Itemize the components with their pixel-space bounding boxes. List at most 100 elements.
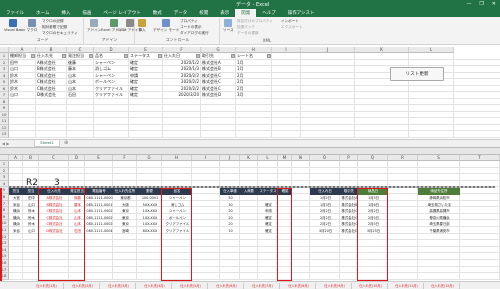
data-cell[interactable]: 株式会社A xyxy=(340,195,358,202)
table-header-cell[interactable]: ステータス xyxy=(258,188,278,195)
sheet-tab[interactable]: 仕入れ先(9月) xyxy=(318,283,352,289)
properties-button[interactable]: プロパティ xyxy=(180,19,198,24)
data-cell[interactable]: 米谷 xyxy=(9,202,23,209)
data-cell[interactable]: 埼玉県さいたま xyxy=(418,202,460,209)
filter-dropdown-icon[interactable]: ▾ xyxy=(124,54,128,58)
table-header-cell[interactable]: 仕入単価 xyxy=(220,188,240,195)
row-header[interactable]: 3 xyxy=(0,174,9,181)
sheet-tab[interactable]: 仕入れ先(3月) xyxy=(102,283,136,289)
run-dialog-button[interactable]: ダイアログの実行 xyxy=(180,31,209,36)
maximize-icon[interactable]: ❐ xyxy=(479,1,483,7)
minimize-icon[interactable]: — xyxy=(466,1,471,7)
column-header[interactable]: H xyxy=(162,155,192,161)
data-cell[interactable]: 株式会社B xyxy=(340,202,358,209)
column-header[interactable]: F xyxy=(113,155,137,161)
list-update-button[interactable]: リスト更新 xyxy=(390,67,444,81)
column-header[interactable]: S xyxy=(418,155,460,161)
sheet-tab[interactable]: 仕入れ先(10月) xyxy=(354,283,388,289)
export-button[interactable]: エクスポート xyxy=(281,25,302,30)
data-cell[interactable]: 8XX-XXX xyxy=(137,228,162,235)
data-cell[interactable]: 1XX-XXX xyxy=(137,221,162,228)
data-cell[interactable] xyxy=(240,228,258,235)
data-cell[interactable]: 080-1111-0002 xyxy=(85,221,113,228)
data-cell[interactable]: 神奈川県横浜 xyxy=(418,215,460,222)
column-header[interactable]: P xyxy=(340,155,358,161)
sheet-tab[interactable]: 仕入れ先(6月) xyxy=(210,283,244,289)
tab-view[interactable]: 表示 xyxy=(214,9,235,17)
sheet-tab[interactable]: 仕入れ先(8月) xyxy=(282,283,316,289)
data-cell[interactable] xyxy=(240,221,258,228)
tab-scroll-arrows-icon[interactable]: ◀ ▶ xyxy=(2,141,9,146)
data-cell[interactable]: 宮崎 xyxy=(113,228,137,235)
filter-dropdown-icon[interactable]: ▾ xyxy=(231,54,235,58)
data-cell[interactable]: 静岡県浜松市 xyxy=(418,195,460,202)
column-header[interactable]: L xyxy=(258,155,278,161)
column-header[interactable]: C xyxy=(39,155,69,161)
filter-dropdown-icon[interactable]: ▾ xyxy=(31,54,35,58)
close-icon[interactable]: ✕ xyxy=(492,1,496,7)
addins-button[interactable]: アドイン xyxy=(87,19,101,33)
data-cell[interactable]: 2月2日 xyxy=(310,215,340,222)
data-cell[interactable]: 千葉県浦安市 xyxy=(418,228,460,235)
data-cell[interactable]: 株式会社D xyxy=(201,92,236,99)
data-cell[interactable]: 2020/3/20 xyxy=(163,92,201,99)
tab-page-layout[interactable]: ページ レイアウト xyxy=(97,9,146,17)
insert-control-button[interactable]: 挿入 xyxy=(138,19,146,33)
table-header-cell[interactable]: 担当 xyxy=(23,188,39,195)
data-cell[interactable]: 20 xyxy=(220,215,240,222)
sheet-tab[interactable]: 仕入れ先(11月) xyxy=(390,283,424,289)
data-cell[interactable]: 埼玉県春日部 xyxy=(418,221,460,228)
row-header[interactable]: 4 xyxy=(0,180,9,188)
view-code-button[interactable]: コードの表示 xyxy=(180,25,202,30)
sheet-tab[interactable]: 仕入れ先(2月) xyxy=(66,283,100,289)
column-header[interactable]: I xyxy=(272,47,301,53)
row-header[interactable]: 13 xyxy=(0,131,9,138)
table-header-cell[interactable]: 入荷数 xyxy=(240,188,258,195)
sheet-tab[interactable]: 仕入れ先(7月) xyxy=(246,283,280,289)
data-cell[interactable]: 東京 xyxy=(113,215,137,222)
data-cell[interactable]: 米谷 xyxy=(9,228,23,235)
column-header[interactable]: A xyxy=(9,155,23,161)
tab-review[interactable]: 校閲 xyxy=(193,9,214,17)
data-cell[interactable] xyxy=(240,215,258,222)
record-macro-button[interactable]: マクロの記録 xyxy=(42,19,64,24)
data-cell[interactable]: 080-1111-0004 xyxy=(85,228,113,235)
design-mode-button[interactable]: デザイン モード xyxy=(153,19,179,33)
data-cell[interactable]: 東京 xyxy=(113,221,137,228)
table-header-cell[interactable]: 取引先 xyxy=(340,188,358,195)
data-cell[interactable]: 080-1111-0002 xyxy=(85,208,113,215)
visual-basic-button[interactable]: Visual Basic xyxy=(4,19,25,32)
data-cell[interactable]: 東京都 xyxy=(113,195,137,202)
data-cell[interactable]: D株式会社 xyxy=(36,92,67,99)
relative-reference-button[interactable]: 相対参照で記録 xyxy=(42,25,67,30)
row-header[interactable]: 2 xyxy=(0,167,9,175)
data-cell[interactable]: クリアファイル xyxy=(94,92,129,99)
filter-dropdown-icon[interactable]: ▾ xyxy=(89,54,93,58)
sheet-tab[interactable]: 仕入れ先(12月) xyxy=(426,283,460,289)
import-button[interactable]: インポート xyxy=(281,19,299,24)
macro-security-button[interactable]: マクロのセキュリティ xyxy=(42,31,78,36)
column-header[interactable]: G xyxy=(137,155,162,161)
data-cell[interactable]: 鈴木 xyxy=(23,208,39,215)
add-sheet-icon[interactable]: ⊕ xyxy=(64,140,68,146)
data-cell[interactable]: 1XX-XXX xyxy=(137,208,162,215)
data-cell[interactable] xyxy=(240,202,258,209)
column-header[interactable]: K xyxy=(240,155,258,161)
top-worksheet[interactable]: ABCDEFGHIJKL 1 2 3 4 5 6 7 8 9 10 11 12 13 棚卸担当 ▾ 仕入れ先… xyxy=(0,47,500,139)
tab-data[interactable]: データ xyxy=(168,9,194,17)
table-header-cell[interactable]: 仕入れ先住所 xyxy=(113,188,137,195)
data-cell[interactable]: 10 xyxy=(220,228,240,235)
expansion-packs-button[interactable]: 拡張パック xyxy=(237,25,255,30)
data-cell[interactable]: 080-1111-0000 xyxy=(85,195,113,202)
data-cell[interactable]: 確定 xyxy=(129,92,163,99)
tab-tell-me[interactable]: 操作アシスト xyxy=(282,9,321,17)
data-cell[interactable]: 2月2日 xyxy=(310,208,340,215)
data-cell[interactable]: 確定 xyxy=(258,202,278,209)
macro-button[interactable]: マクロ xyxy=(26,19,38,33)
filter-dropdown-icon[interactable]: ▾ xyxy=(196,54,200,58)
data-cell[interactable]: 鈴木 xyxy=(23,215,39,222)
data-cell[interactable]: 鈴木 xyxy=(23,221,39,228)
column-header[interactable]: R xyxy=(388,155,418,161)
tab-formulas[interactable]: 数式 xyxy=(147,9,168,17)
table-header-cell[interactable]: 納品先住所 xyxy=(418,188,460,195)
